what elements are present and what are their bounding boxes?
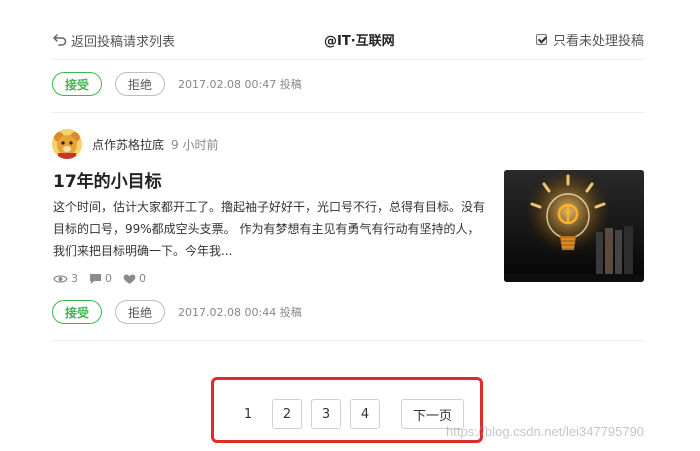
reject-button[interactable]: 拒绝 bbox=[115, 72, 166, 96]
page-1-button[interactable]: 1 bbox=[233, 399, 263, 429]
submission-time: 2017.02.08 00:47 投稿 bbox=[178, 78, 302, 91]
page-4-button[interactable]: 4 bbox=[350, 399, 380, 429]
back-link-label: 返回投稿请求列表 bbox=[71, 34, 176, 50]
heart-icon bbox=[123, 274, 136, 284]
filter-checkbox[interactable] bbox=[535, 34, 547, 45]
views-stat: 3 bbox=[53, 272, 78, 285]
divider bbox=[52, 112, 644, 113]
comment-icon bbox=[90, 273, 101, 284]
unprocessed-only-filter[interactable]: 只看未处理投稿 bbox=[535, 30, 644, 49]
filter-label: 只看未处理投稿 bbox=[552, 34, 644, 49]
divider bbox=[52, 340, 644, 341]
back-to-list-link[interactable]: 返回投稿请求列表 bbox=[52, 30, 175, 50]
post-time: 9 小时前 bbox=[171, 137, 219, 152]
submission-time: 2017.02.08 00:44 投稿 bbox=[178, 306, 302, 319]
divider bbox=[52, 59, 644, 60]
accept-button[interactable]: 接受 bbox=[52, 300, 103, 324]
column-title: @IT·互联网 bbox=[324, 34, 395, 49]
article-thumbnail[interactable] bbox=[504, 170, 644, 282]
accept-button[interactable]: 接受 bbox=[52, 72, 103, 96]
page-3-button[interactable]: 3 bbox=[311, 399, 341, 429]
avatar[interactable] bbox=[52, 129, 82, 159]
article-author: 点作苏格拉底 9 小时前 bbox=[52, 128, 218, 160]
watermark: https://blog.csdn.net/lei347795790 bbox=[446, 424, 645, 439]
article-stats: 3 0 0 bbox=[53, 272, 157, 285]
comments-count: 0 bbox=[105, 272, 112, 285]
eye-icon bbox=[53, 274, 68, 283]
likes-stat: 0 bbox=[123, 272, 146, 285]
submission-review-page: 返回投稿请求列表 @IT·互联网 只看未处理投稿 接受 拒绝 2017.02.0… bbox=[0, 0, 700, 451]
likes-count: 0 bbox=[139, 272, 146, 285]
article-summary[interactable]: 这个时间，估计大家都开工了。撸起袖子好好干，光口号不行，总得有目标。没有目标的口… bbox=[53, 196, 491, 262]
header: 返回投稿请求列表 @IT·互联网 只看未处理投稿 bbox=[52, 26, 644, 52]
author-name[interactable]: 点作苏格拉底 bbox=[92, 136, 164, 153]
comments-stat: 0 bbox=[89, 272, 112, 285]
submission-actions: 接受 拒绝 2017.02.08 00:44 投稿 bbox=[52, 299, 302, 325]
pagination: 1 2 3 4 下一页 bbox=[233, 398, 465, 430]
back-arrow-icon bbox=[52, 32, 68, 48]
page-2-button[interactable]: 2 bbox=[272, 399, 302, 429]
reject-button[interactable]: 拒绝 bbox=[115, 300, 166, 324]
article-title[interactable]: 17年的小目标 bbox=[53, 167, 162, 192]
submission-actions: 接受 拒绝 2017.02.08 00:47 投稿 bbox=[52, 71, 302, 97]
views-count: 3 bbox=[71, 272, 78, 285]
